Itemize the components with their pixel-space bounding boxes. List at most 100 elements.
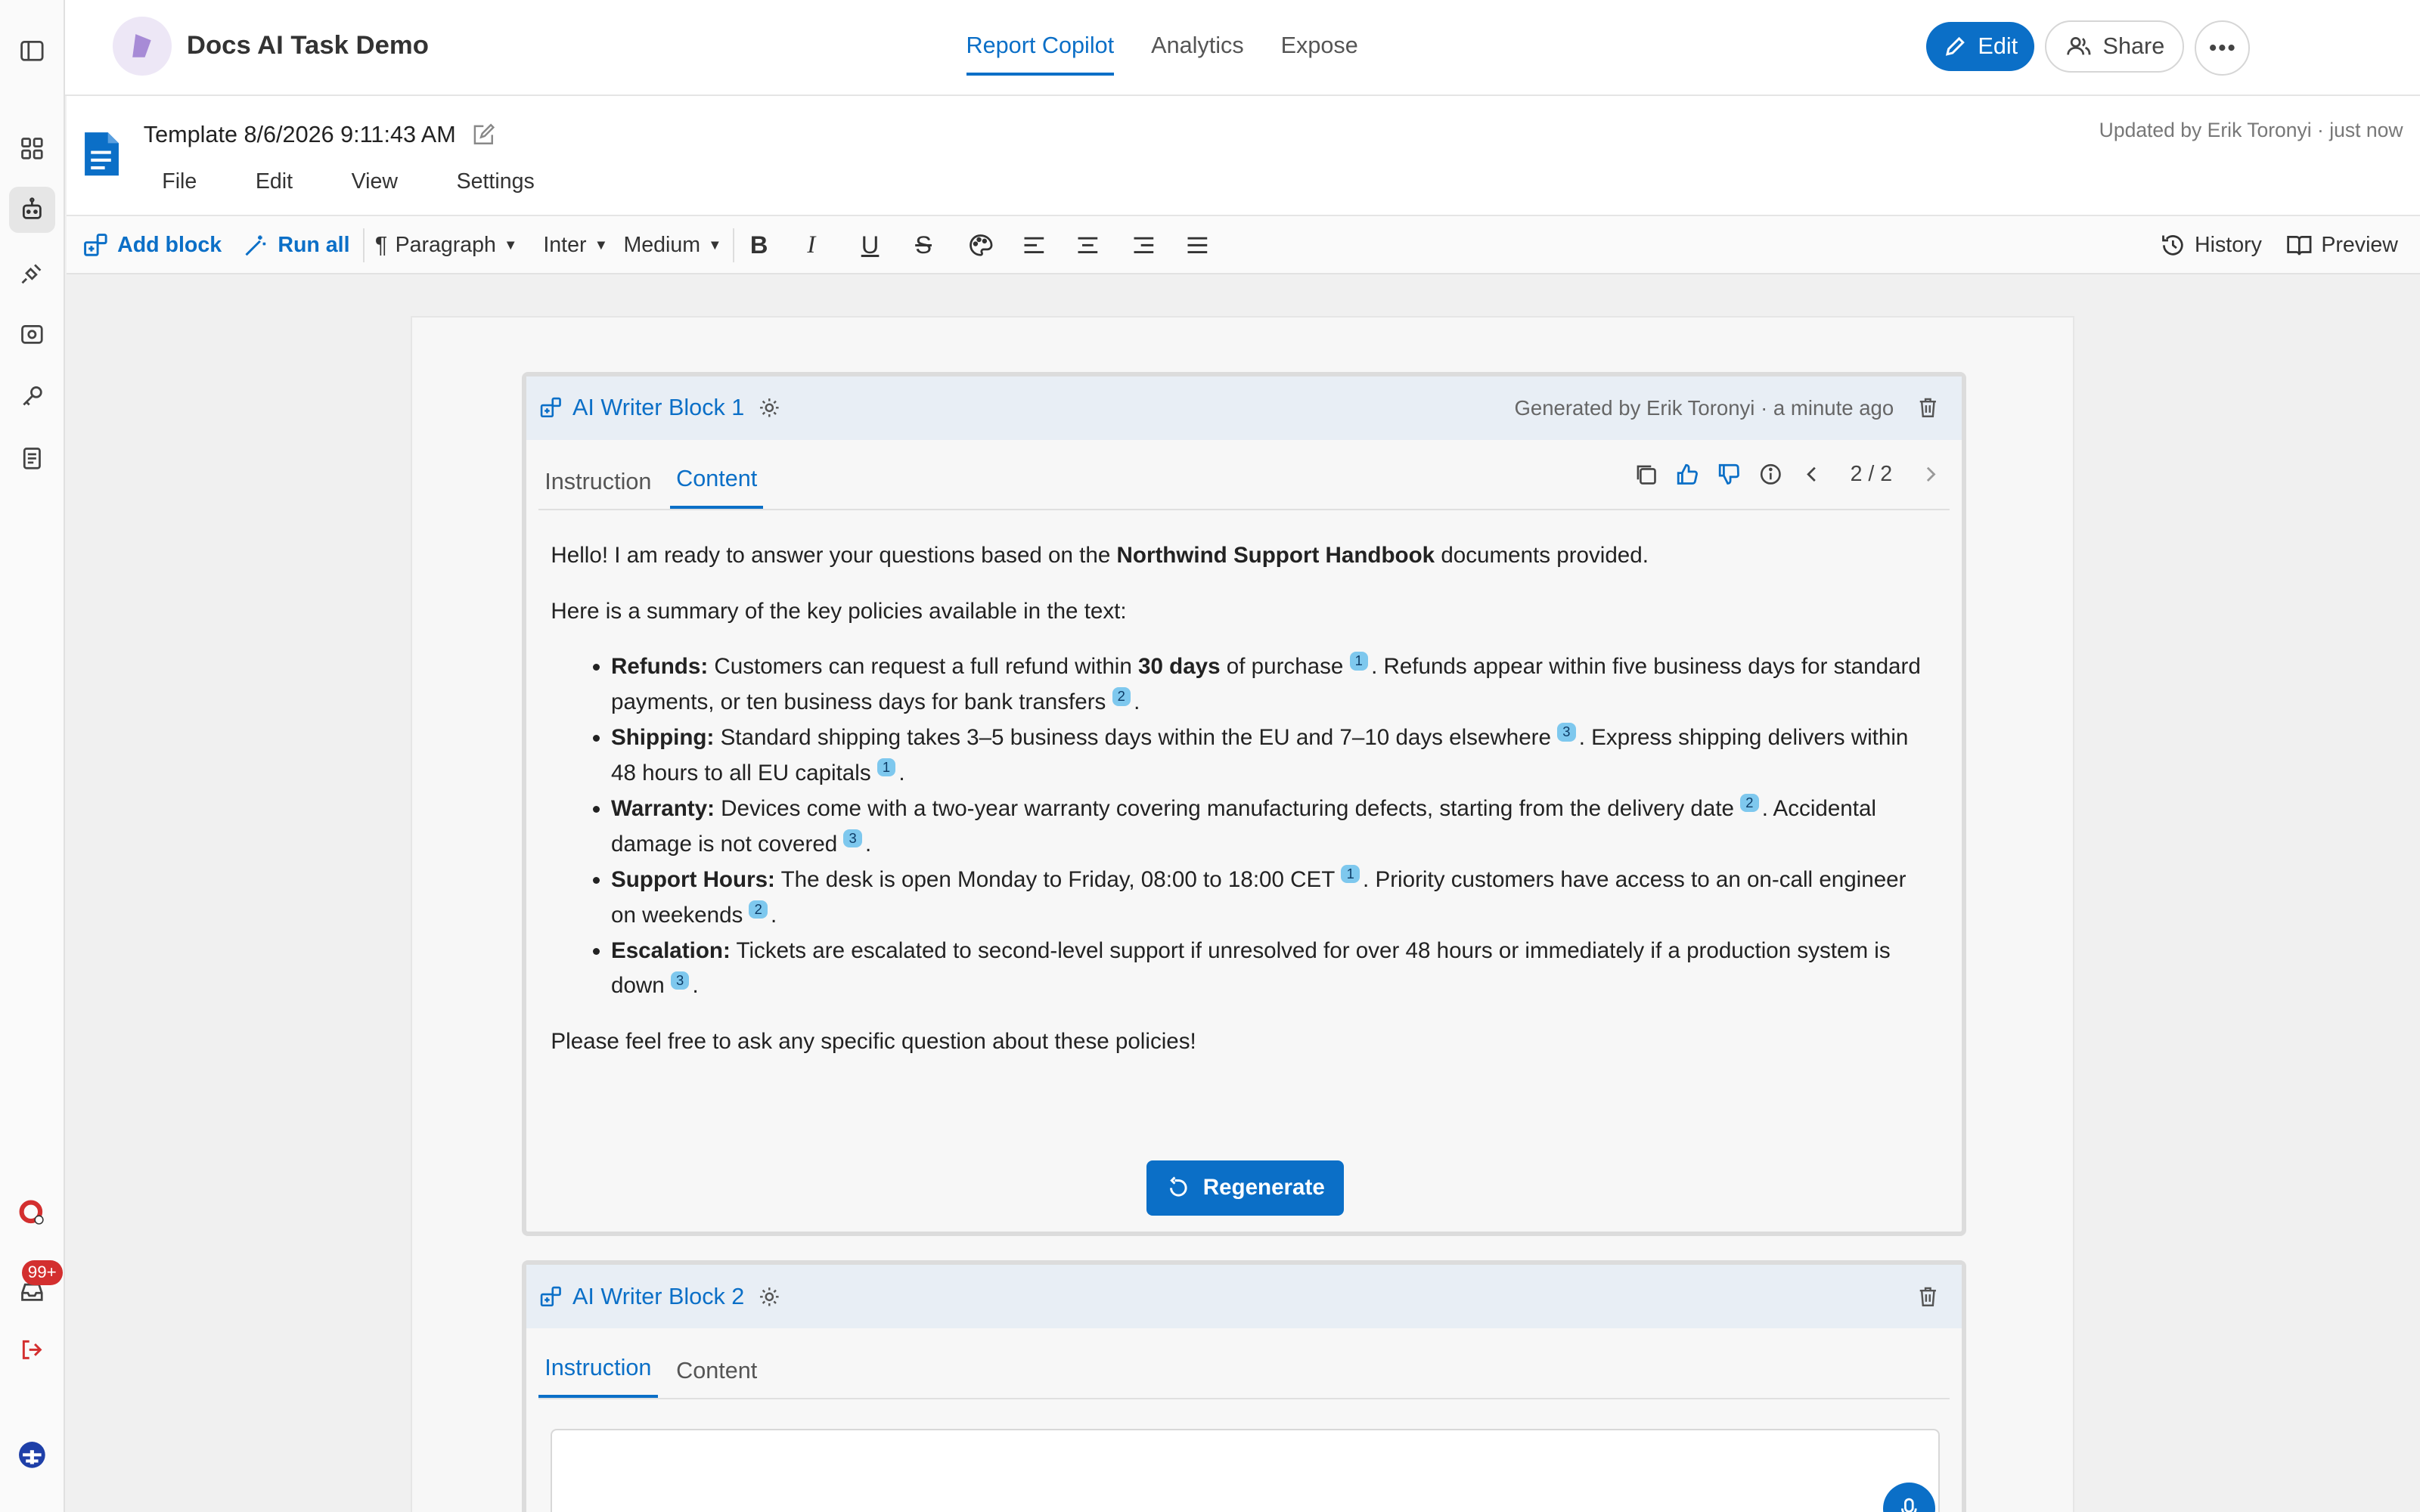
history-icon bbox=[2162, 235, 2183, 256]
menu-view[interactable]: View bbox=[352, 169, 398, 194]
strikethrough-icon[interactable]: S bbox=[915, 216, 932, 275]
bold-icon[interactable]: B bbox=[750, 216, 768, 275]
more-options-button[interactable] bbox=[2195, 20, 2251, 76]
users-icon bbox=[2066, 36, 2090, 55]
item-text: . bbox=[864, 831, 872, 857]
list-item: Support Hours: The desk is open Monday t… bbox=[611, 863, 1937, 934]
magic-wand-icon bbox=[245, 235, 266, 256]
citation-badge[interactable]: 3 bbox=[670, 971, 690, 990]
support-user-icon[interactable] bbox=[9, 1189, 55, 1235]
item-text: The desk is open Monday to Friday, 08:00… bbox=[774, 866, 1336, 892]
align-justify-icon[interactable] bbox=[1184, 216, 1212, 275]
tab-analytics[interactable]: Analytics bbox=[1151, 33, 1243, 76]
item-label: Support Hours: bbox=[611, 866, 775, 892]
item-label: Warranty: bbox=[611, 795, 715, 821]
underline-icon[interactable]: U bbox=[861, 216, 880, 275]
copy-icon[interactable] bbox=[1633, 461, 1659, 488]
citation-badge[interactable]: 2 bbox=[1112, 687, 1131, 706]
generated-meta: Generated by Erik Toronyi · a minute ago bbox=[1514, 395, 1894, 420]
intro-text-end: documents provided. bbox=[1435, 543, 1649, 569]
paragraph-select[interactable]: ¶ Paragraph ▼ bbox=[375, 216, 517, 275]
item-emphasis: 30 days bbox=[1138, 654, 1221, 680]
font-label: Inter bbox=[543, 232, 587, 257]
handbook-name: Northwind Support Handbook bbox=[1116, 543, 1435, 569]
editor-toolbar: Add block Run all ¶ Paragraph ▼ Inter ▼ … bbox=[66, 215, 2420, 275]
menu-edit[interactable]: Edit bbox=[256, 169, 293, 194]
item-text: . bbox=[771, 902, 777, 928]
key-icon[interactable] bbox=[9, 373, 55, 420]
chevron-left-icon[interactable] bbox=[1799, 461, 1826, 488]
settings-panel-icon[interactable] bbox=[9, 311, 55, 358]
block-title[interactable]: AI Writer Block 2 bbox=[572, 1284, 744, 1310]
list-item: Warranty: Devices come with a two-year w… bbox=[611, 792, 1937, 863]
toolbar-divider bbox=[362, 228, 365, 262]
history-button[interactable]: History bbox=[2159, 216, 2262, 275]
thumbs-down-icon[interactable] bbox=[1716, 461, 1742, 488]
info-icon[interactable] bbox=[1758, 461, 1784, 488]
menu-settings[interactable]: Settings bbox=[457, 169, 535, 194]
bot-icon[interactable] bbox=[9, 186, 56, 234]
microphone-icon bbox=[1901, 1498, 1917, 1512]
user-avatar[interactable] bbox=[5, 1427, 60, 1483]
italic-icon[interactable]: I bbox=[807, 216, 815, 275]
weight-select[interactable]: Medium ▼ bbox=[623, 216, 721, 275]
chevron-down-icon: ▼ bbox=[504, 237, 518, 253]
align-center-icon[interactable] bbox=[1074, 216, 1102, 275]
tab-content[interactable]: Content bbox=[670, 1358, 764, 1398]
toolbar-divider bbox=[733, 228, 735, 262]
weight-label: Medium bbox=[623, 232, 701, 257]
regenerate-button[interactable]: Regenerate bbox=[1146, 1160, 1345, 1216]
logout-icon[interactable] bbox=[9, 1327, 55, 1373]
preview-button[interactable]: Preview bbox=[2285, 216, 2398, 275]
align-right-icon[interactable] bbox=[1130, 216, 1158, 275]
citation-badge[interactable]: 1 bbox=[1349, 652, 1368, 671]
gear-icon[interactable] bbox=[757, 395, 782, 420]
refresh-icon bbox=[1169, 1176, 1187, 1197]
citation-badge[interactable]: 1 bbox=[1341, 864, 1360, 884]
gear-icon[interactable] bbox=[757, 1284, 782, 1309]
citation-badge[interactable]: 3 bbox=[1557, 723, 1576, 742]
document-list-icon[interactable] bbox=[9, 435, 55, 482]
microphone-button[interactable] bbox=[1882, 1483, 1936, 1512]
item-label: Refunds: bbox=[611, 654, 709, 680]
document-header: Template 8/6/2026 9:11:43 AM File Edit V… bbox=[66, 95, 2420, 216]
instruction-input[interactable] bbox=[551, 1428, 1941, 1512]
align-left-icon[interactable] bbox=[1020, 216, 1048, 275]
block-title[interactable]: AI Writer Block 1 bbox=[572, 395, 744, 421]
tab-expose[interactable]: Expose bbox=[1281, 33, 1358, 76]
ai-writer-block-2: AI Writer Block 2 Instruction Content bbox=[521, 1260, 1966, 1512]
chevron-down-icon: ▼ bbox=[594, 237, 608, 253]
citation-badge[interactable]: 2 bbox=[1740, 793, 1759, 813]
run-all-button[interactable]: Run all bbox=[242, 216, 350, 275]
citation-badge[interactable]: 1 bbox=[876, 758, 896, 777]
item-text: . bbox=[692, 973, 699, 999]
add-block-button[interactable]: Add block bbox=[82, 216, 222, 275]
version-pager: 2 / 2 bbox=[1850, 461, 1893, 486]
menu-file[interactable]: File bbox=[162, 169, 197, 194]
item-label: Escalation: bbox=[611, 937, 731, 963]
palette-icon[interactable] bbox=[966, 216, 994, 275]
document-menu: File Edit View Settings bbox=[162, 169, 593, 194]
citation-badge[interactable]: 2 bbox=[749, 900, 768, 919]
tab-report-copilot[interactable]: Report Copilot bbox=[966, 33, 1115, 76]
document-title[interactable]: Template 8/6/2026 9:11:43 AM bbox=[144, 122, 456, 148]
item-text: . bbox=[898, 760, 905, 785]
tab-content[interactable]: Content bbox=[669, 466, 764, 510]
citation-badge[interactable]: 3 bbox=[843, 829, 862, 848]
pencil-icon bbox=[1946, 36, 1965, 56]
share-button[interactable]: Share bbox=[2045, 20, 2184, 73]
sidebar-toggle-icon[interactable] bbox=[9, 28, 55, 74]
font-select[interactable]: Inter ▼ bbox=[543, 216, 608, 275]
left-rail: 99+ bbox=[0, 0, 65, 1512]
trash-icon[interactable] bbox=[1916, 395, 1941, 421]
dashboard-icon[interactable] bbox=[9, 125, 55, 171]
edit-button[interactable]: Edit bbox=[1925, 21, 2034, 71]
tab-instruction[interactable]: Instruction bbox=[538, 1355, 658, 1398]
rename-icon[interactable] bbox=[471, 122, 496, 147]
thumbs-up-icon[interactable] bbox=[1674, 461, 1701, 488]
trash-icon[interactable] bbox=[1916, 1284, 1941, 1310]
chevron-right-icon[interactable] bbox=[1917, 461, 1944, 488]
summary-paragraph: Here is a summary of the key policies av… bbox=[551, 598, 1127, 624]
plug-icon[interactable] bbox=[9, 250, 55, 296]
tab-instruction[interactable]: Instruction bbox=[538, 469, 658, 509]
